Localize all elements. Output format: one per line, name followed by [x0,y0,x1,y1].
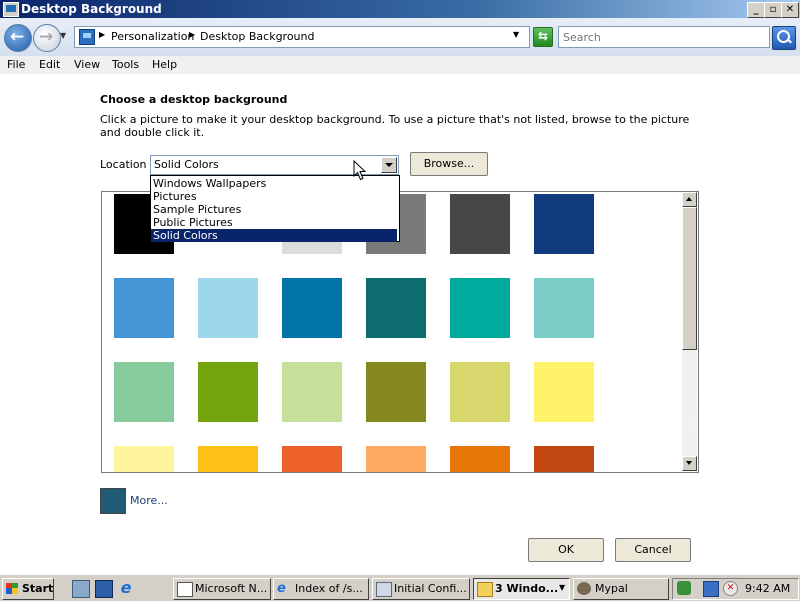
task-mypal[interactable]: Mypal [573,578,669,600]
minimize-button[interactable]: _ [747,2,765,18]
maximize-button[interactable]: ▫ [764,2,782,18]
color-swatch[interactable] [534,278,594,338]
color-swatch[interactable] [450,194,510,254]
dropdown-arrow-icon[interactable] [381,157,397,173]
color-swatch[interactable] [114,446,174,472]
color-swatch[interactable] [534,446,594,472]
menu-edit[interactable]: Edit [39,58,60,71]
color-swatch[interactable] [450,362,510,422]
color-swatch[interactable] [198,278,258,338]
color-swatch[interactable] [114,278,174,338]
breadcrumb-arrow-icon[interactable]: ▶ [189,30,195,39]
color-swatch[interactable] [198,362,258,422]
browse-button[interactable]: Browse... [410,152,488,176]
cancel-button[interactable]: Cancel [615,538,691,562]
menu-view[interactable]: View [74,58,100,71]
task-initial-config[interactable]: Initial Confi... [372,578,470,600]
option-solid-colors[interactable]: Solid Colors [151,229,397,242]
ie-icon: e [277,581,286,596]
gallery-scrollbar[interactable] [682,192,697,471]
document-icon [177,582,193,597]
address-bar[interactable]: ▶ Personalization ▶ Desktop Background ▼ [74,26,530,48]
navigation-bar: ▼ ▶ Personalization ▶ Desktop Background… [0,18,800,57]
config-icon [376,582,392,597]
color-swatch[interactable] [282,278,342,338]
color-swatch[interactable] [534,194,594,254]
title-bar: Desktop Background _ ▫ ✕ [0,0,800,18]
option-pictures[interactable]: Pictures [151,190,397,203]
start-button[interactable]: Start [2,578,54,600]
control-panel-icon [79,29,95,45]
show-desktop-icon[interactable] [95,580,113,598]
search-icon[interactable] [772,26,796,50]
task-microsoft[interactable]: Microsoft N... [173,578,271,600]
breadcrumb-arrow-icon[interactable]: ▶ [99,30,105,39]
app-icon [3,2,19,17]
location-dropdown-list: Windows Wallpapers Pictures Sample Pictu… [150,175,400,242]
option-sample-pictures[interactable]: Sample Pictures [151,203,397,216]
color-swatch[interactable] [282,446,342,472]
breadcrumb-desktop-background[interactable]: Desktop Background [200,30,315,43]
more-colors-link[interactable]: More... [130,494,168,507]
task-index[interactable]: e Index of /s... [273,578,369,600]
page-heading: Choose a desktop background [100,93,288,106]
color-swatch[interactable] [366,278,426,338]
internet-explorer-icon[interactable]: e [118,580,134,596]
scroll-down-icon[interactable] [682,456,697,471]
start-label: Start [22,582,54,595]
color-swatch[interactable] [450,446,510,472]
ok-button[interactable]: OK [528,538,604,562]
window-title: Desktop Background [21,2,162,16]
group-arrow-icon: ▼ [559,583,566,592]
location-label: Location [100,158,147,171]
color-swatch[interactable] [198,446,258,472]
windows-logo-icon [6,583,18,594]
color-swatch[interactable] [114,362,174,422]
volume-muted-icon[interactable]: ✕ [723,581,738,596]
task-label: Mypal [595,582,628,595]
task-windows-group[interactable]: 3 Windo... ▼ [473,578,570,600]
task-label: Microsoft N... [195,582,268,595]
color-swatch[interactable] [282,362,342,422]
clock[interactable]: 9:42 AM [745,582,790,595]
menu-file[interactable]: File [7,58,25,71]
breadcrumb-personalization[interactable]: Personalization [111,30,194,43]
menu-tools[interactable]: Tools [112,58,139,71]
page-description: Click a picture to make it your desktop … [100,113,690,139]
color-swatch[interactable] [534,362,594,422]
task-label: Index of /s... [295,582,363,595]
mouse-pointer-icon [353,160,367,181]
network-icon[interactable] [703,581,719,597]
close-button[interactable]: ✕ [781,2,799,18]
menu-help[interactable]: Help [152,58,177,71]
server-manager-icon[interactable] [72,580,90,598]
scroll-thumb[interactable] [682,207,697,350]
taskbar: Start e Microsoft N... e Index of /s... … [0,574,800,601]
search-box[interactable] [558,26,770,48]
location-value: Solid Colors [154,158,219,171]
back-button[interactable] [4,24,32,52]
more-colors-swatch[interactable] [100,488,126,514]
color-swatch[interactable] [366,362,426,422]
refresh-button[interactable]: ⇆ [533,27,553,47]
task-label: Initial Confi... [394,582,467,595]
system-tray: ✕ 9:42 AM [672,578,799,600]
security-shield-icon[interactable] [677,581,691,595]
scroll-up-icon[interactable] [682,192,697,207]
task-label: 3 Windo... [495,582,559,595]
mypal-icon [577,582,591,595]
menu-bar: File Edit View Tools Help [0,56,800,74]
option-public-pictures[interactable]: Public Pictures [151,216,397,229]
recent-pages-dropdown-icon[interactable]: ▼ [60,31,66,40]
color-swatch[interactable] [366,446,426,472]
forward-button[interactable] [33,24,61,52]
folder-icon [477,582,493,597]
color-swatch[interactable] [450,278,510,338]
address-dropdown-icon[interactable]: ▼ [513,30,519,39]
search-input[interactable] [561,29,765,46]
